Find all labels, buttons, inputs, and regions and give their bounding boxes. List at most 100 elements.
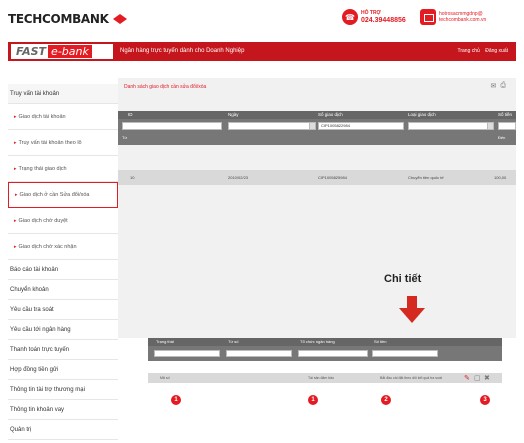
techcombank-logo[interactable]: TECHCOMBANK (8, 12, 127, 26)
sidebar-item-label: Thanh toán trực tuyến (10, 346, 70, 353)
filter-header-amount: Số tiền (498, 112, 513, 117)
sidebar-item-label: Trạng thái giao dịch (18, 165, 67, 172)
detail-cell-code: Mã số (160, 376, 170, 380)
sidebar-item-label: Giao dịch tài khoản (18, 113, 66, 120)
sidebar-item-label: Quản trị (10, 426, 32, 433)
nav-links: Trang chủ Đăng xuất (453, 48, 508, 54)
filter-header-txn-type: Loại giao dịch (408, 112, 436, 117)
filter-header-date: Ngày (228, 112, 239, 117)
amount-input[interactable] (498, 122, 516, 130)
txn-number-input[interactable]: CIP1005822984 (318, 122, 404, 130)
sidebar-item-admin[interactable]: Quản trị (8, 420, 118, 440)
cell-txn-type: Chuyển tiền quốc tế (408, 175, 444, 180)
sidebar-item-online-payment[interactable]: Thanh toán trực tuyến (8, 340, 118, 360)
detail-inputs (148, 346, 502, 361)
print-icon[interactable]: ⎙ (500, 82, 506, 90)
home-link[interactable]: Trang chủ (457, 48, 479, 54)
email-icon (420, 9, 436, 25)
step-badge-2: 2 (381, 395, 391, 405)
txn-type-select[interactable] (408, 122, 494, 130)
hotline: ☎ HỖ TRỢ 024.39448856 (342, 9, 406, 25)
contact-line-2: techcombank.com.vn (439, 17, 487, 23)
sidebar-item-pending-confirmation[interactable]: ▸ Giao dịch chờ xác nhận (8, 234, 118, 260)
delete-icon[interactable]: ✖ (484, 374, 490, 382)
email-icon[interactable]: ✉ (491, 82, 497, 90)
sidebar-item-label: Yêu cầu tra soát (10, 306, 54, 313)
from-input[interactable] (226, 350, 292, 357)
sidebar-item-edit-delete-transactions[interactable]: ▸ Giao dịch ở cần Sửa đổi/xóa (8, 182, 118, 208)
logout-link[interactable]: Đăng xuất (485, 48, 508, 54)
calendar-icon[interactable] (309, 123, 315, 129)
detail-cell-tracking: Bắt đầu cài đặt theo dõi kết quả tra soá… (380, 376, 442, 380)
brand-logo-icon (112, 13, 127, 25)
hotline-number: 024.39448856 (361, 17, 406, 24)
cell-id: 10 (130, 175, 135, 180)
detail-row[interactable]: Mã số Tài sản đảm bảo Bắt đầu cài đặt th… (148, 373, 502, 383)
bullet-icon: ▸ (14, 243, 17, 250)
detail-header-amount: Số tiền (374, 339, 387, 344)
cell-txn-number: CIP1005825984 (318, 175, 347, 180)
sidebar-item-account-transactions[interactable]: ▸ Giao dịch tài khoản (8, 104, 118, 130)
bullet-icon: ▸ (15, 192, 18, 198)
sidebar-item-label: Truy vấn tài khoản (10, 90, 60, 97)
sidebar-item-label: Chuyển khoản (10, 286, 49, 293)
step-badge-3: 3 (480, 395, 490, 405)
amount-input[interactable] (372, 350, 438, 357)
bullet-icon: ▸ (14, 113, 17, 120)
sidebar-item-transaction-status[interactable]: ▸ Trạng thái giao dịch (8, 156, 118, 182)
sidebar-item-label: Giao dịch chờ duyệt (18, 217, 68, 224)
id-input[interactable] (122, 122, 222, 130)
sidebar-item-deposit-contracts[interactable]: Hợp đồng tiền gửi (8, 360, 118, 380)
detail-header-status: Trạng thái (156, 339, 174, 344)
fast-label: FAST (16, 45, 47, 58)
sidebar-item-inquiry-requests[interactable]: Yêu cầu tra soát (8, 300, 118, 320)
sidebar: Truy vấn tài khoản ▸ Giao dịch tài khoản … (8, 84, 118, 440)
detail-header-bank: Tổ chức ngân hàng (300, 339, 335, 344)
detail-panel: Trạng thái Từ số Tổ chức ngân hàng Số ti… (148, 338, 502, 383)
filter-header-id: ID (128, 112, 133, 117)
bank-input[interactable] (298, 350, 368, 357)
bullet-icon: ▸ (14, 165, 17, 172)
bullet-icon: ▸ (14, 217, 17, 224)
hotline-label: HỖ TRỢ (361, 10, 381, 16)
view-icon[interactable]: ▢ (474, 374, 481, 382)
page-title: Danh sách giao dịch cần sửa đổi/xóa (124, 84, 207, 90)
sidebar-item-batch-inquiry[interactable]: ▸ Truy vấn tài khoản theo lô (8, 130, 118, 156)
range-from-label: Từ (122, 135, 128, 140)
email-contact[interactable]: hotrosacmmgdnp@ techcombank.com.vn (420, 9, 486, 25)
panel-tools: ✉ ⎙ (491, 82, 506, 90)
date-input[interactable] (228, 122, 316, 130)
brand-name: TECHCOMBANK (8, 12, 109, 26)
cell-date: 2010/02/23 (228, 175, 249, 180)
step-badge-1b: 1 (308, 395, 318, 405)
filter-inputs: CIP1005822984 Từ Đến (118, 119, 516, 145)
annotation-label: Chi tiết (384, 273, 422, 285)
sidebar-item-label: Giao dịch ở cần Sửa đổi/xóa (19, 192, 90, 198)
edit-icon[interactable]: ✎ (464, 374, 470, 382)
fast-ebank-logo[interactable]: FAST e-bank (10, 43, 114, 60)
sidebar-item-label: Hợp đồng tiền gửi (10, 366, 59, 373)
sidebar-item-pending-approval[interactable]: ▸ Giao dịch chờ duyệt (8, 208, 118, 234)
filter-header-txn-number: Số giao dịch (318, 112, 343, 117)
main-panel: Danh sách giao dịch cần sửa đổi/xóa ✉ ⎙ … (118, 78, 516, 338)
sidebar-item-bank-requests[interactable]: Yêu cầu tới ngân hàng (8, 320, 118, 340)
sidebar-item-label: Yêu cầu tới ngân hàng (10, 326, 71, 333)
detail-header-from: Từ số (228, 339, 239, 344)
sidebar-item-trade-finance[interactable]: Thông tin tài trợ thương mại (8, 380, 118, 400)
range-to-label: Đến (498, 135, 506, 140)
sidebar-item-account-inquiry[interactable]: Truy vấn tài khoản (8, 84, 118, 104)
status-select[interactable] (154, 350, 220, 357)
top-header: TECHCOMBANK ☎ HỖ TRỢ 024.39448856 hotros… (0, 0, 524, 40)
filter-header: ID Ngày Số giao dịch Loại giao dịch Số t… (118, 111, 516, 119)
sidebar-item-account-reports[interactable]: Báo cáo tài khoản (8, 260, 118, 280)
nav-bar: FAST e-bank Ngân hàng trực tuyến dành ch… (8, 42, 516, 61)
sidebar-item-transfers[interactable]: Chuyển khoản (8, 280, 118, 300)
tagline: Ngân hàng trực tuyến dành cho Doanh Nghi… (120, 48, 245, 54)
sidebar-item-loan-info[interactable]: Thông tin khoản vay (8, 400, 118, 420)
step-badge-1: 1 (171, 395, 181, 405)
table-row[interactable]: 10 2010/02/23 CIP1005825984 Chuyển tiền … (118, 170, 516, 185)
chevron-down-icon[interactable] (487, 123, 493, 129)
arrow-down-icon (399, 296, 425, 323)
ebank-label: e-bank (48, 45, 92, 58)
detail-cell-collateral: Tài sản đảm bảo (308, 376, 335, 380)
